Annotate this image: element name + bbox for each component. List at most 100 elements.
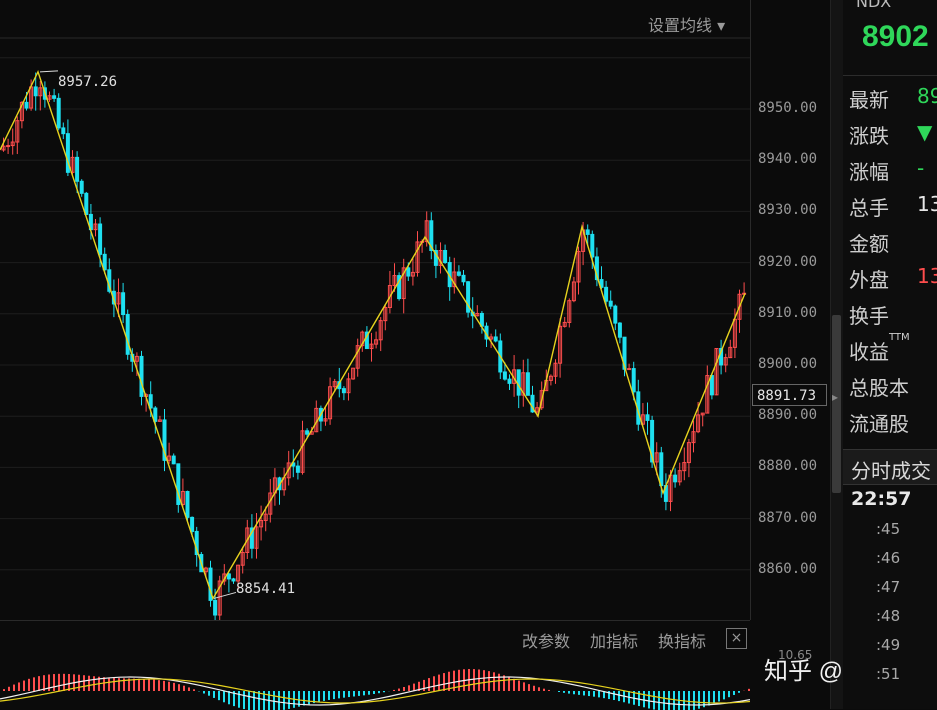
candle-body: [75, 156, 80, 182]
tick-second: :46: [876, 549, 901, 567]
candle-body: [604, 286, 609, 302]
low-annotation: 8854.41: [236, 581, 296, 597]
candle-body: [139, 355, 144, 397]
candle-body: [33, 86, 38, 97]
quote-row: 收益TTM: [849, 332, 910, 365]
candle-body: [98, 223, 103, 255]
quote-row: 总股本: [849, 372, 909, 401]
price-axis-label: 8920.00: [758, 253, 818, 270]
candle-body: [61, 127, 66, 135]
quote-row: 金额: [849, 228, 889, 257]
quote-row-suffix: TTM: [889, 332, 910, 343]
candle-body: [525, 372, 530, 396]
vertical-scrollbar[interactable]: ▸: [830, 0, 843, 709]
quote-row-label: 收益: [849, 340, 889, 364]
quote-row-value: 13: [917, 192, 937, 216]
candle-body: [443, 249, 448, 264]
candle-body: [631, 368, 636, 393]
zigzag-line: [0, 69, 746, 601]
candle-body: [406, 267, 411, 277]
low-pointer: [213, 591, 237, 599]
candle-body: [190, 516, 195, 532]
tick-second: :45: [876, 520, 901, 538]
tick-second: :47: [876, 578, 901, 596]
quote-row-label: 涨跌: [849, 124, 889, 148]
kline-chart[interactable]: [0, 0, 750, 620]
candle-body: [659, 452, 664, 487]
quote-row: 总手 13: [849, 192, 937, 221]
quote-row-value: 89: [917, 84, 937, 108]
high-pointer: [39, 70, 59, 73]
scrollbar-thumb[interactable]: [832, 315, 841, 493]
add-indicator-button[interactable]: 加指标: [590, 628, 638, 652]
price-axis-label: 8860.00: [758, 560, 818, 577]
candle-body: [231, 578, 236, 582]
quote-row-label: 流通股: [849, 412, 909, 436]
quote-row-value: 13: [917, 264, 937, 288]
change-params-button[interactable]: 改参数: [522, 628, 570, 652]
candle-body: [502, 371, 507, 380]
price-axis-label: 8910.00: [758, 304, 818, 321]
candle-body: [213, 599, 218, 616]
tick-trades-header[interactable]: 分时成交: [843, 449, 937, 485]
quote-row-label: 换手: [849, 304, 889, 328]
candle-body: [185, 490, 190, 518]
candle-body: [171, 455, 176, 465]
price-axis-label: 8870.00: [758, 509, 818, 526]
scroll-arrow-icon[interactable]: ▸: [832, 390, 838, 404]
candle-body: [84, 192, 89, 215]
candle-body: [507, 378, 512, 384]
candle-body: [617, 322, 622, 338]
candle-body: [709, 375, 714, 396]
price-axis-label: 8880.00: [758, 458, 818, 475]
quote-row-value: ▼: [917, 120, 933, 144]
quote-row-label: 最新: [849, 88, 889, 112]
tick-second: :51: [876, 665, 901, 683]
candle-body: [456, 271, 461, 276]
candle-body: [590, 233, 595, 258]
close-icon[interactable]: ×: [726, 628, 747, 649]
price-axis-label: 8940.00: [758, 151, 818, 168]
divider: [843, 75, 937, 76]
candle-body: [125, 314, 130, 355]
quote-row-label: 金额: [849, 232, 889, 256]
candle-body: [673, 474, 678, 483]
quote-row: 流通股: [849, 408, 909, 437]
candle-body: [341, 388, 346, 394]
candle-body: [613, 305, 618, 324]
candle-body: [121, 292, 126, 316]
candle-body: [645, 414, 650, 421]
price-axis-label: 8950.00: [758, 100, 818, 116]
candle-body: [79, 180, 84, 194]
candle-body: [52, 95, 57, 99]
candle-body: [608, 300, 613, 307]
set-ma-button[interactable]: 设置均线 ▾: [648, 12, 725, 36]
current-price-label: 8891.73: [752, 384, 827, 406]
quote-row: 外盘 13: [849, 264, 937, 293]
price-axis-label: 8930.00: [758, 202, 818, 219]
quote-row: 涨幅 -: [849, 156, 924, 185]
switch-indicator-button[interactable]: 换指标: [658, 628, 706, 652]
candle-body: [461, 274, 466, 283]
quote-row: 最新 89: [849, 84, 937, 113]
candle-body: [24, 101, 29, 109]
price-axis-label: 8900.00: [758, 356, 818, 372]
price-axis-label: 8890.00: [758, 407, 818, 424]
tick-second: :48: [876, 607, 901, 625]
quote-row-label: 总股本: [849, 376, 909, 400]
symbol-title: NDX: [856, 0, 892, 11]
quote-row-label: 涨幅: [849, 160, 889, 184]
tick-second: :49: [876, 636, 901, 654]
candle-body: [493, 336, 498, 342]
last-price: 8902: [862, 20, 929, 53]
quote-row: 换手: [849, 300, 889, 329]
candle-body: [585, 229, 590, 235]
candle-body: [295, 465, 300, 473]
quote-row-label: 总手: [849, 196, 889, 220]
candle-body: [627, 368, 632, 371]
candlestick-chart: [0, 37, 750, 620]
candle-body: [226, 573, 231, 580]
quote-row-value: -: [917, 156, 925, 180]
candle-body: [6, 145, 11, 148]
tick-trades-title: 分时成交: [851, 459, 931, 483]
